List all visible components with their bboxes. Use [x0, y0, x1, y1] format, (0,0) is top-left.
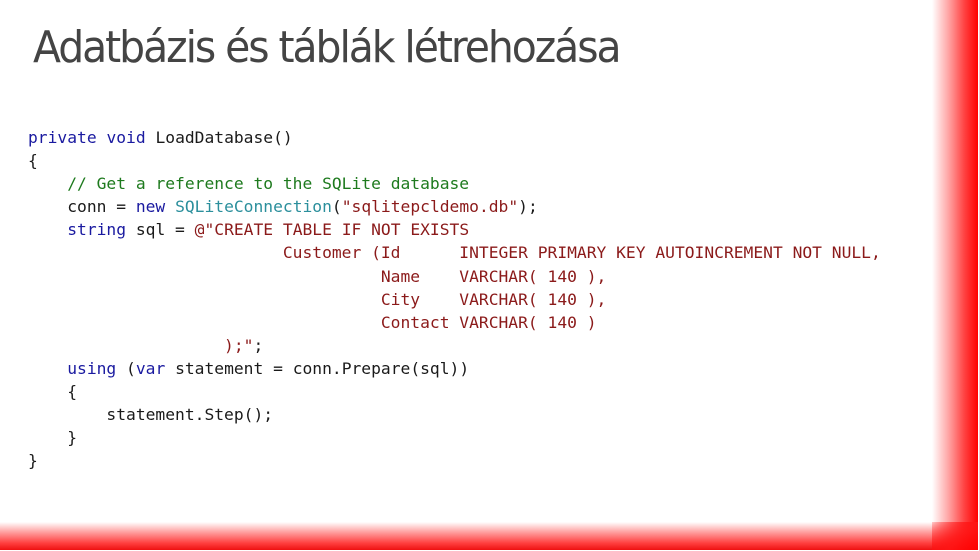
code-text: { — [28, 151, 38, 171]
code-text: LoadDatabase() — [145, 128, 293, 147]
code-string: "sqlitepcldemo.db" — [341, 197, 519, 217]
code-keyword: void — [106, 128, 146, 147]
code-line: City VARCHAR( 140 ), — [28, 288, 881, 311]
code-text: { — [28, 382, 78, 402]
code-keyword: string — [67, 220, 127, 240]
code-string: Customer (Id INTEGER PRIMARY KEY AUTOINC… — [28, 243, 881, 263]
code-text: } — [28, 451, 38, 471]
code-line: Name VARCHAR( 140 ), — [28, 265, 881, 288]
code-line: } — [28, 449, 881, 472]
code-text: statement = conn.Prepare(sql)) — [165, 358, 470, 378]
code-text: sql = — [126, 220, 195, 240]
code-type: SQLiteConnection — [175, 197, 332, 217]
slide-title: Adatbázis és táblák létrehozása — [33, 22, 622, 73]
code-text: statement.Step(); — [28, 405, 274, 425]
code-line: statement.Step(); — [28, 403, 881, 426]
code-comment: // Get a reference to the SQLite databas… — [67, 174, 470, 194]
code-line: // Get a reference to the SQLite databas… — [28, 172, 881, 195]
code-line: { — [28, 149, 881, 172]
code-text: ; — [253, 335, 264, 355]
code-text: conn = — [28, 197, 136, 217]
code-text: ( — [116, 358, 136, 378]
code-line: Contact VARCHAR( 140 ) — [28, 311, 881, 334]
code-keyword: using — [67, 358, 117, 378]
code-line: string sql = @"CREATE TABLE IF NOT EXIST… — [28, 218, 881, 241]
code-text: ); — [518, 197, 538, 217]
slide: Adatbázis és táblák létrehozása private … — [0, 0, 979, 551]
code-string: Contact VARCHAR( 140 ) — [28, 312, 597, 332]
code-line: using (var statement = conn.Prepare(sql)… — [28, 357, 881, 380]
code-string: City VARCHAR( 140 ), — [28, 289, 607, 309]
code-line: } — [28, 426, 881, 449]
code-string: Name VARCHAR( 140 ), — [28, 266, 607, 286]
corner-accent — [932, 522, 978, 550]
code-line: conn = new SQLiteConnection("sqlitepclde… — [28, 195, 881, 218]
code-block: private void LoadDatabase(){ // Get a re… — [28, 126, 881, 472]
code-text: ( — [331, 197, 342, 217]
code-string: );" — [28, 335, 254, 355]
code-line: Customer (Id INTEGER PRIMARY KEY AUTOINC… — [28, 241, 881, 264]
right-accent-band — [932, 0, 978, 550]
code-line: );"; — [28, 334, 881, 357]
bottom-accent-band — [0, 522, 978, 550]
code-keyword: private — [28, 128, 97, 147]
code-line: private void LoadDatabase() — [28, 126, 881, 149]
code-text: } — [28, 428, 78, 448]
code-keyword: var — [135, 358, 166, 378]
code-keyword: new — [135, 197, 166, 217]
code-string: @"CREATE TABLE IF NOT EXISTS — [194, 220, 470, 240]
code-line: { — [28, 380, 881, 403]
